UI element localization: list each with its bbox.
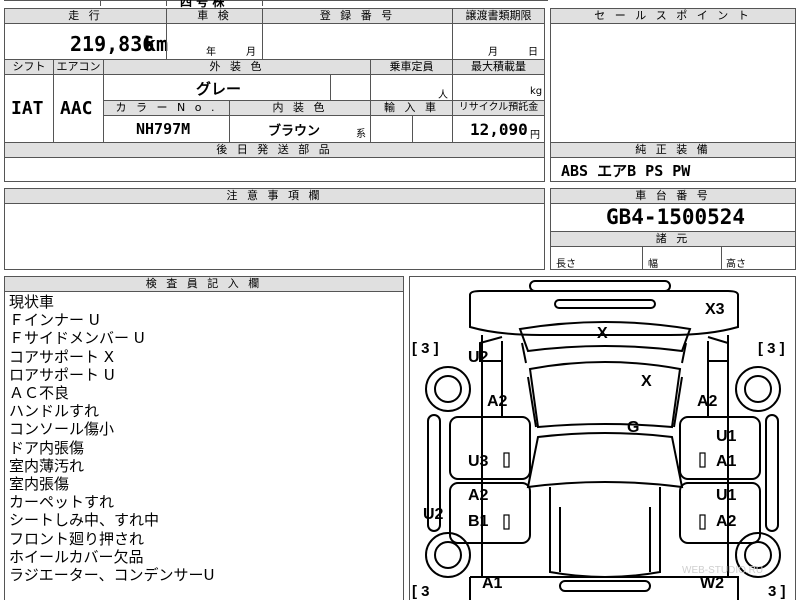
remark-line: Ｆサイドメンバー U: [9, 329, 145, 348]
mark-u2-top: U2: [468, 349, 489, 366]
header-standard-equipment: 純 正 装 備: [551, 143, 795, 157]
header-color-no: カ ラ ー N o .: [104, 101, 229, 115]
mark-u1-right-lower: U1: [716, 487, 737, 504]
remark-line: 現状車: [9, 293, 55, 311]
mark-a2-left-lower: A2: [468, 487, 489, 504]
exterior-color-value: グレー: [196, 80, 242, 98]
mark-b1: B1: [468, 513, 489, 530]
mark-roof-x: X: [597, 325, 608, 342]
mark-u2-left: U2: [423, 506, 444, 523]
standard-equipment-value: ABS エアB PS PW: [561, 162, 691, 180]
header-exterior-color: 外 装 色: [104, 60, 370, 74]
capacity-unit: 人: [438, 90, 448, 101]
mark-a2-right-lower: A2: [716, 513, 737, 530]
remark-line: ロアサポート U: [9, 365, 115, 384]
length-label: 長さ: [556, 259, 576, 270]
remark-line: 室内薄汚れ: [9, 456, 85, 475]
remark-line: ＡＣ不良: [9, 384, 70, 403]
mileage-unit: km: [144, 32, 169, 56]
recycle-unit: 円: [530, 130, 540, 141]
tyre-tread-rear-right: [ 3 ]: [758, 340, 785, 357]
width-label: 幅: [648, 259, 658, 270]
remark-line: シートしみ中、すれ中: [9, 511, 160, 530]
watermark: WEB-STUDIO.RU: [682, 565, 764, 576]
header-recycle: リサイクル預託金: [453, 101, 544, 115]
mark-u1-right: U1: [716, 428, 737, 445]
mark-w2: W2: [700, 575, 724, 592]
header-dimensions: 諸 元: [551, 232, 795, 246]
mark-rear-x3: X3: [705, 301, 725, 318]
mark-a1-bottom: A1: [482, 575, 503, 592]
header-chassis-no: 車 台 番 号: [551, 189, 795, 203]
header-shift: シフト: [5, 60, 53, 74]
recycle-fee-value: 12,090: [470, 120, 528, 139]
header-transfer-deadline: 譲渡書類期限: [453, 9, 544, 23]
interior-color-value: ブラウン: [268, 124, 321, 139]
remark-line: Ｆインナー U: [9, 311, 100, 330]
mark-a2-right: A2: [697, 393, 718, 410]
remark-line: フロント廻り押され: [9, 529, 145, 548]
header-mileage: 走 行: [5, 9, 166, 23]
header-registration: 登 録 番 号: [263, 9, 452, 23]
remark-line: ホイールカバー欠品: [9, 547, 144, 566]
transfer-day-unit: 日: [528, 47, 538, 58]
header-interior-color: 内 装 色: [230, 101, 370, 115]
mark-a2-left: A2: [487, 393, 508, 410]
mark-center-g: G: [627, 419, 640, 436]
interior-suffix: 系: [356, 129, 366, 140]
header-max-load: 最大積載量: [453, 60, 544, 74]
car-damage-diagram: X3 X X G U2 A2 A2 U3 U1 A1 A2 B1 U1 A2 U…: [409, 276, 796, 600]
header-import: 輸 入 車: [371, 101, 452, 115]
header-inspection: 車 検: [167, 9, 262, 23]
color-no-value: NH797M: [136, 120, 191, 138]
chassis-no-value: GB4-1500524: [606, 205, 746, 229]
header-inspector-notes: 検 査 員 記 入 欄: [5, 277, 403, 291]
mileage-value: 219,836: [70, 32, 155, 56]
remark-line: コアサポート X: [9, 347, 115, 366]
remarks-list: 現状車 Ｆインナー U Ｆサイドメンバー U コアサポート X ロアサポート U ＡＣ不良…: [9, 293, 215, 584]
remark-line: ドア内張傷: [9, 438, 85, 457]
tyre-tread-rear-left: [ 3 ]: [412, 340, 439, 357]
remark-line: 室内張傷: [9, 475, 70, 494]
max-load-unit: kg: [530, 86, 543, 97]
mark-center-x: X: [641, 373, 652, 390]
remark-line: カーペットすれ: [9, 493, 115, 512]
inspection-month-unit: 月: [246, 47, 256, 58]
aircon-value: AAC: [60, 98, 93, 119]
tyre-tread-front-left: [ 3: [412, 583, 430, 600]
remark-line: ハンドルすれ: [9, 402, 100, 421]
remark-line: コンソール傷小: [9, 420, 115, 439]
height-label: 高さ: [726, 259, 746, 270]
mark-u3: U3: [468, 453, 489, 470]
transfer-month-unit: 月: [488, 47, 498, 58]
tyre-tread-front-right: 3 ]: [768, 583, 786, 600]
inspection-year-unit: 年: [206, 47, 216, 58]
header-sales-point: セ ー ル ス ポ イ ン ト: [551, 9, 795, 23]
header-aircon: エアコン: [54, 60, 103, 74]
shift-value: IAT: [11, 98, 44, 119]
remark-line: ラジエーター、コンデンサーU: [9, 566, 215, 585]
header-notes: 注 意 事 項 欄: [5, 189, 544, 203]
header-capacity: 乗車定員: [371, 60, 452, 74]
mark-a1-right: A1: [716, 453, 737, 470]
